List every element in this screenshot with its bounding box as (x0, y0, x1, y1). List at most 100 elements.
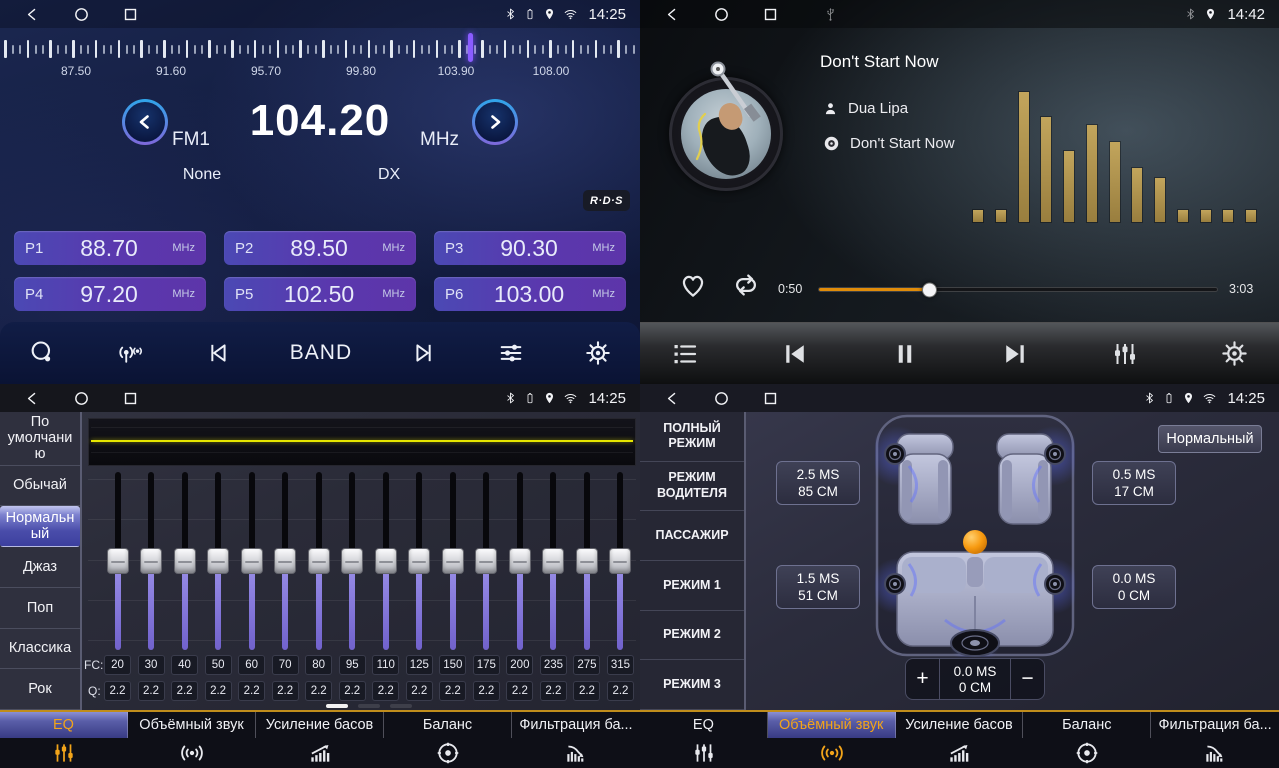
tune-down-button[interactable] (122, 99, 168, 145)
eq-preset-item[interactable]: Рок (0, 669, 80, 710)
fc-value-chip[interactable]: 150 (439, 655, 466, 675)
q-value-chip[interactable]: 2.2 (540, 681, 567, 701)
q-value-chip[interactable]: 2.2 (506, 681, 533, 701)
delay-front-right[interactable]: 0.5 MS 17 CM (1092, 461, 1176, 505)
q-value-chip[interactable]: 2.2 (171, 681, 198, 701)
eq-band-slider[interactable] (104, 472, 131, 650)
q-value-chip[interactable]: 2.2 (406, 681, 433, 701)
slider-knob[interactable] (308, 548, 330, 574)
slider-knob[interactable] (341, 548, 363, 574)
eq-preset-item[interactable]: Джаз (0, 547, 80, 588)
eq-band-slider[interactable] (238, 472, 265, 650)
scan-search-icon[interactable] (28, 339, 56, 367)
frequency-scale[interactable] (4, 38, 636, 60)
equalizer-shortcut-icon[interactable] (497, 339, 525, 367)
fc-value-chip[interactable]: 110 (372, 655, 399, 675)
eq-band-slider[interactable] (540, 472, 567, 650)
tab-filter[interactable]: Фильтрация ба... (512, 712, 640, 768)
slider-knob[interactable] (207, 548, 229, 574)
seek-bar[interactable] (818, 287, 1218, 292)
eq-preset-item[interactable]: Классика (0, 629, 80, 670)
tab-bass-boost[interactable]: Усиление басов (896, 712, 1024, 768)
tab-balance[interactable]: Баланс (1023, 712, 1151, 768)
back-icon[interactable] (664, 390, 681, 407)
listening-mode-item[interactable]: РЕЖИМ ВОДИТЕЛЯ (640, 462, 744, 512)
tab-eq[interactable]: EQ (640, 712, 768, 768)
fc-value-chip[interactable]: 275 (573, 655, 600, 675)
broadcast-icon[interactable] (115, 338, 145, 368)
fc-value-chip[interactable]: 125 (406, 655, 433, 675)
back-icon[interactable] (664, 6, 681, 23)
fc-value-chip[interactable]: 30 (138, 655, 165, 675)
listening-mode-item[interactable]: РЕЖИМ 1 (640, 561, 744, 611)
eq-band-slider[interactable] (372, 472, 399, 650)
home-icon[interactable] (713, 390, 730, 407)
fc-value-chip[interactable]: 60 (238, 655, 265, 675)
previous-station-icon[interactable] (203, 339, 231, 367)
q-value-chip[interactable]: 2.2 (607, 681, 634, 701)
q-value-chip[interactable]: 2.2 (238, 681, 265, 701)
eq-preset-item[interactable]: По умолчанию (0, 412, 80, 466)
fc-value-chip[interactable]: 20 (104, 655, 131, 675)
fc-value-chip[interactable]: 80 (305, 655, 332, 675)
fc-value-chip[interactable]: 40 (171, 655, 198, 675)
q-value-chip[interactable]: 2.2 (272, 681, 299, 701)
slider-knob[interactable] (509, 548, 531, 574)
pause-icon[interactable] (890, 339, 920, 369)
tab-balance[interactable]: Баланс (384, 712, 512, 768)
home-icon[interactable] (73, 390, 90, 407)
q-value-chip[interactable]: 2.2 (138, 681, 165, 701)
recents-icon[interactable] (762, 6, 779, 23)
listening-mode-item[interactable]: РЕЖИМ 3 (640, 660, 744, 710)
recents-icon[interactable] (122, 390, 139, 407)
eq-band-slider[interactable] (305, 472, 332, 650)
tab-filter[interactable]: Фильтрация ба... (1151, 712, 1279, 768)
preset-button[interactable]: P4 97.20 MHz (14, 277, 206, 311)
recents-icon[interactable] (122, 6, 139, 23)
eq-band-slider[interactable] (339, 472, 366, 650)
favorite-heart-icon[interactable] (678, 270, 708, 300)
eq-band-slider[interactable] (607, 472, 634, 650)
slider-knob[interactable] (274, 548, 296, 574)
recents-icon[interactable] (762, 390, 779, 407)
eq-band-slider[interactable] (138, 472, 165, 650)
back-icon[interactable] (24, 390, 41, 407)
fc-value-chip[interactable]: 50 (205, 655, 232, 675)
slider-knob[interactable] (174, 548, 196, 574)
eq-preset-item[interactable]: Нормальный (0, 506, 80, 547)
next-station-icon[interactable] (411, 339, 439, 367)
slider-knob[interactable] (408, 548, 430, 574)
fc-value-chip[interactable]: 315 (607, 655, 634, 675)
q-value-chip[interactable]: 2.2 (305, 681, 332, 701)
next-track-icon[interactable] (1000, 339, 1030, 369)
listening-mode-item[interactable]: РЕЖИМ 2 (640, 611, 744, 661)
preset-button[interactable]: P2 89.50 MHz (224, 231, 416, 265)
delay-decrease-button[interactable]: − (1011, 659, 1044, 699)
tab-surround[interactable]: Объёмный звук (768, 712, 896, 768)
preset-button[interactable]: P6 103.00 MHz (434, 277, 626, 311)
slider-knob[interactable] (140, 548, 162, 574)
eq-band-slider[interactable] (272, 472, 299, 650)
eq-band-slider[interactable] (506, 472, 533, 650)
listening-mode-item[interactable]: ПАССАЖИР (640, 511, 744, 561)
q-value-chip[interactable]: 2.2 (372, 681, 399, 701)
eq-faders-icon[interactable] (1110, 339, 1140, 369)
slider-knob[interactable] (442, 548, 464, 574)
q-value-chip[interactable]: 2.2 (573, 681, 600, 701)
band-button[interactable]: BAND (290, 341, 352, 365)
eq-preset-item[interactable]: Поп (0, 588, 80, 629)
tab-bass-boost[interactable]: Усиление басов (256, 712, 384, 768)
eq-band-slider[interactable] (406, 472, 433, 650)
fc-value-chip[interactable]: 95 (339, 655, 366, 675)
home-icon[interactable] (713, 6, 730, 23)
slider-knob[interactable] (241, 548, 263, 574)
eq-band-slider[interactable] (171, 472, 198, 650)
repeat-mode-icon[interactable] (730, 270, 762, 300)
listening-mode-item[interactable]: ПОЛНЫЙ РЕЖИМ (640, 412, 744, 462)
tab-surround[interactable]: Объёмный звук (128, 712, 256, 768)
home-icon[interactable] (73, 6, 90, 23)
q-value-chip[interactable]: 2.2 (473, 681, 500, 701)
playlist-icon[interactable] (670, 339, 700, 369)
slider-knob[interactable] (475, 548, 497, 574)
fc-value-chip[interactable]: 200 (506, 655, 533, 675)
